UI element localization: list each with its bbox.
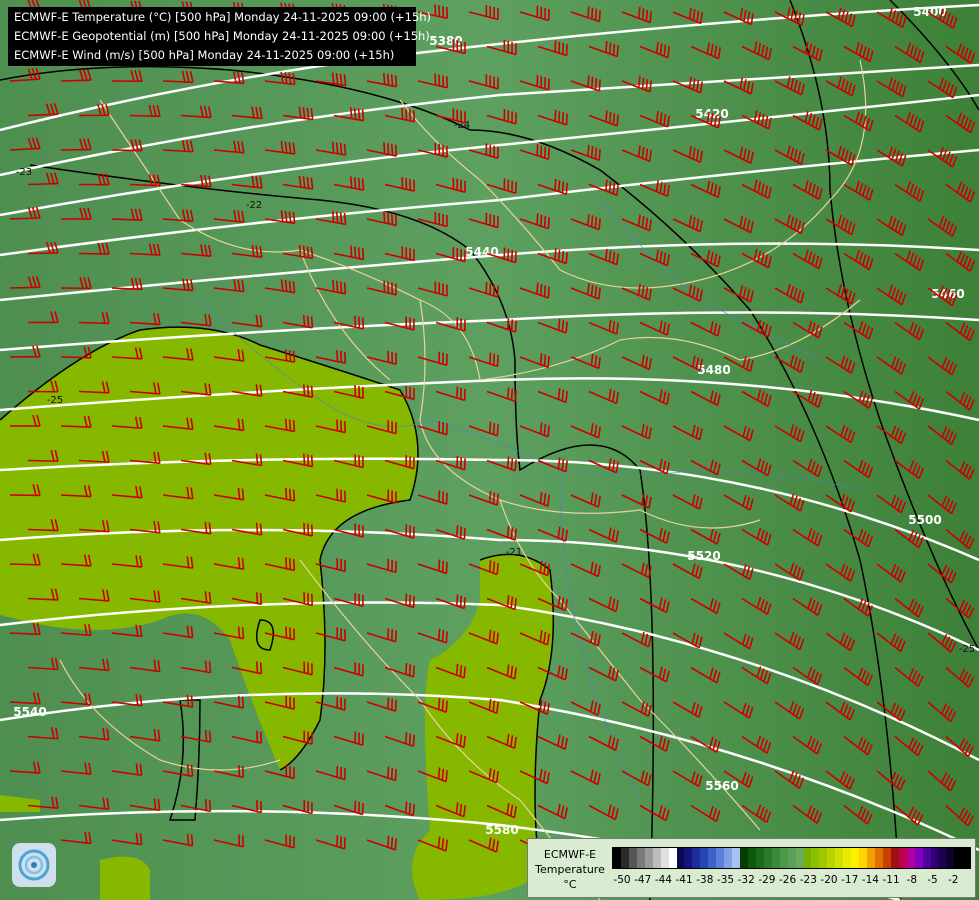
legend-tick: -41 <box>675 874 693 886</box>
temperature-label: -25 <box>47 395 63 406</box>
legend-swatch <box>914 848 923 868</box>
legend-swatch <box>787 848 796 868</box>
legend-swatch <box>954 848 963 868</box>
legend-swatch <box>613 848 621 868</box>
geopotential-label: 5480 <box>697 363 730 377</box>
legend-swatch <box>859 848 867 868</box>
legend-title-line: Temperature <box>535 863 605 876</box>
title-temperature: ECMWF-E Temperature (°C) [500 hPa] Monda… <box>14 10 432 24</box>
legend-swatch <box>922 848 931 868</box>
weather-map: 5380540054205440546054805500552055405560… <box>0 0 979 900</box>
title-box: ECMWF-E Temperature (°C) [500 hPa] Monda… <box>8 7 432 66</box>
legend-tick: -44 <box>654 874 672 886</box>
legend-swatch <box>962 848 971 868</box>
geopotential-label: 5440 <box>465 245 498 259</box>
title-geopotential: ECMWF-E Geopotential (m) [500 hPa] Monda… <box>14 29 430 43</box>
legend-color-bar <box>612 847 972 869</box>
legend-swatch <box>843 848 852 868</box>
legend-tick: -17 <box>841 874 859 886</box>
ecmwf-swirl-icon <box>12 843 56 887</box>
legend-swatch <box>938 848 947 868</box>
legend-swatch <box>708 848 717 868</box>
legend-swatch <box>867 848 875 868</box>
legend-tick: -5 <box>927 874 938 886</box>
temperature-label: -23 <box>16 167 32 178</box>
title-wind: ECMWF-E Wind (m/s) [500 hPa] Monday 24-1… <box>14 48 395 62</box>
legend-swatch <box>660 848 669 868</box>
legend-swatch <box>668 848 677 868</box>
legend-swatch <box>930 848 939 868</box>
legend-tick: -20 <box>820 874 838 886</box>
legend-tick: -47 <box>634 874 652 886</box>
legend-tick: -32 <box>737 874 755 886</box>
legend-swatch <box>827 848 836 868</box>
temperature-label: -25 <box>959 644 975 655</box>
legend-swatch <box>874 848 883 868</box>
legend-swatch <box>628 848 637 868</box>
legend-title-line: °C <box>563 878 577 891</box>
legend-swatch <box>771 848 780 868</box>
legend-swatch <box>946 848 955 868</box>
legend-swatch <box>819 848 828 868</box>
legend-tick: -8 <box>906 874 918 886</box>
legend-tick: -11 <box>882 874 900 886</box>
legend-swatch <box>724 848 733 868</box>
legend-tick: -2 <box>947 874 959 886</box>
legend-title: ECMWF-E Temperature °C <box>532 847 608 892</box>
legend-swatch <box>890 848 899 868</box>
legend-ticks: -50 -47 -44 -41 -38 -35 -32 -29 -26 -23 -20 -17 -14-… <box>612 874 972 888</box>
temperature-legend: ECMWF-E Temperature °C -50 -47 -44 -41 -38 -3… <box>527 838 976 898</box>
legend-swatch <box>700 848 709 868</box>
legend-swatch <box>851 848 860 868</box>
temperature-label: -22 <box>246 200 262 211</box>
legend-swatch <box>811 848 820 868</box>
warm-area-3 <box>100 856 150 900</box>
geopotential-label: 5500 <box>908 513 941 527</box>
legend-swatch <box>747 848 756 868</box>
legend-swatch <box>763 848 772 868</box>
legend-swatch <box>898 848 907 868</box>
legend-swatch <box>620 848 629 868</box>
geopotential-label: 5520 <box>687 549 720 563</box>
legend-title-line: ECMWF-E <box>543 848 597 861</box>
legend-tick: -38 <box>696 874 714 886</box>
legend-swatch <box>795 848 804 868</box>
geopotential-label: 5540 <box>13 705 46 719</box>
legend-swatch <box>803 848 812 868</box>
legend-tick: -23 <box>799 874 817 886</box>
legend-swatch <box>636 848 645 868</box>
legend-swatch <box>652 848 661 868</box>
legend-swatch <box>755 848 764 868</box>
legend-swatch <box>740 848 748 868</box>
legend-tick: -29 <box>758 874 776 886</box>
legend-swatch <box>692 848 701 868</box>
temperature-label: -21 <box>506 547 522 558</box>
legend-tick: -50 <box>613 874 631 886</box>
legend-swatch <box>906 848 915 868</box>
legend-swatch <box>716 848 725 868</box>
geopotential-label: 5580 <box>485 823 518 837</box>
legend-tick: -26 <box>779 874 797 886</box>
legend-tick: -35 <box>716 874 735 886</box>
legend-swatch <box>676 848 685 868</box>
legend-swatch <box>732 848 740 868</box>
legend-swatch <box>644 848 653 868</box>
geopotential-label: 5560 <box>705 779 738 793</box>
legend-swatch <box>779 848 788 868</box>
legend-swatch <box>882 848 891 868</box>
legend-tick: -14 <box>861 874 879 886</box>
legend-swatch <box>684 848 693 868</box>
legend-swatch <box>835 848 844 868</box>
